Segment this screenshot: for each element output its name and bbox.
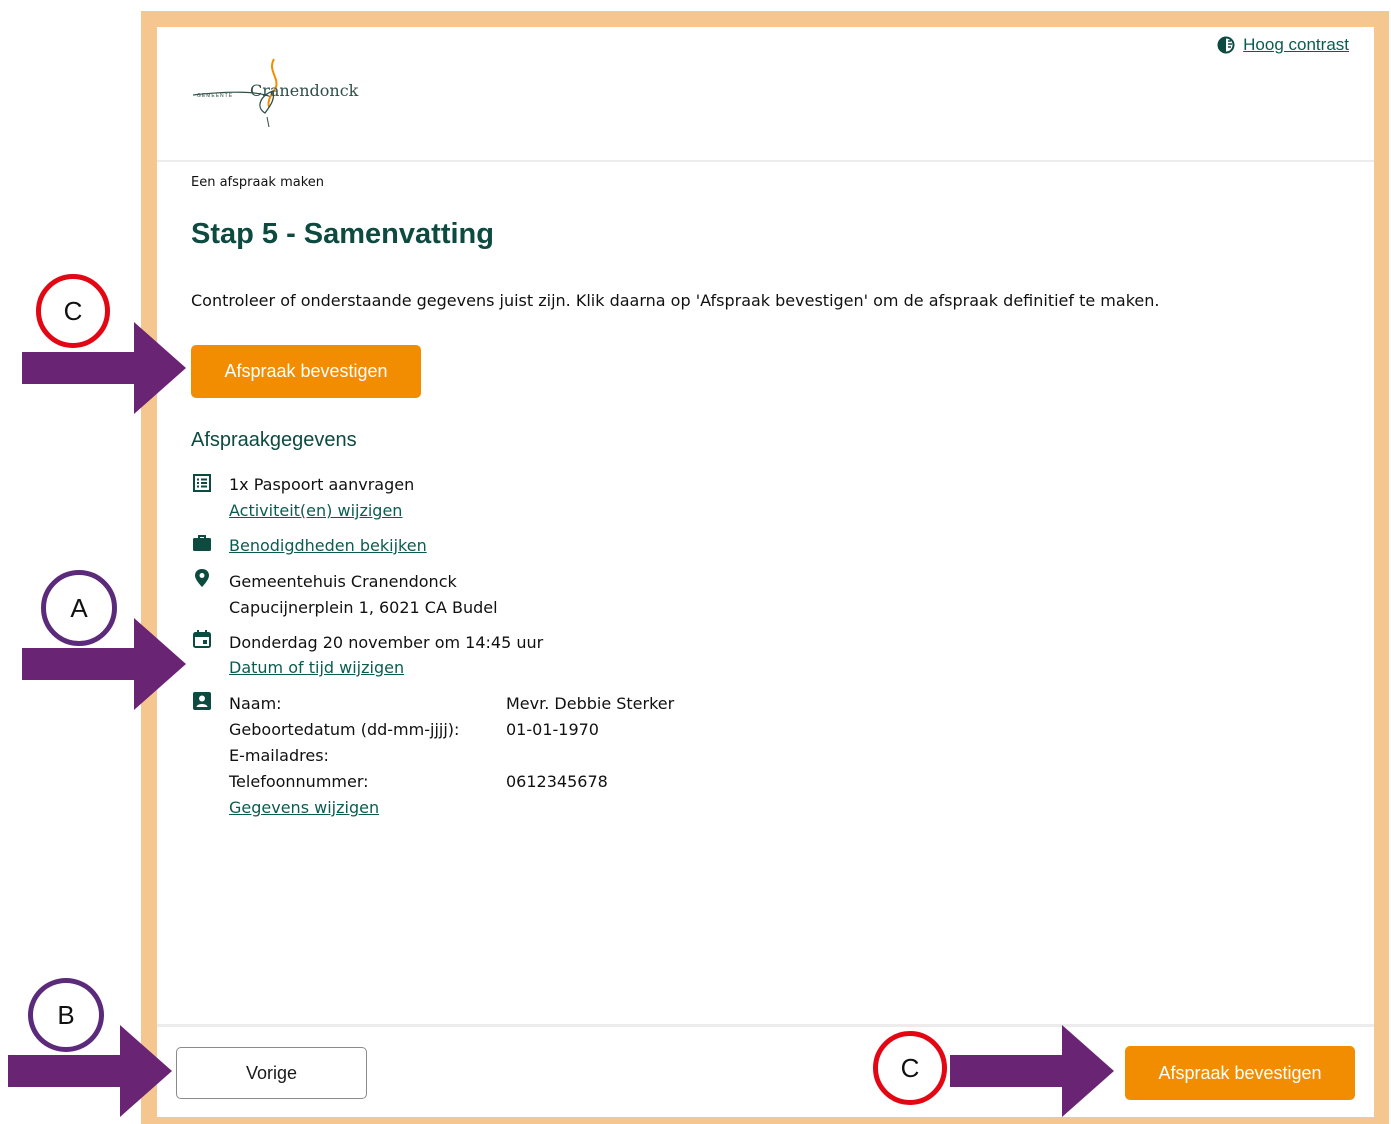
location-pin-icon	[195, 569, 209, 587]
intro-text: Controleer of onderstaande gegevens juis…	[191, 291, 1160, 310]
view-requirements-link[interactable]: Benodigdheden bekijken	[229, 536, 427, 555]
contrast-icon	[1217, 36, 1235, 54]
high-contrast-toggle[interactable]: Hoog contrast	[1217, 35, 1349, 55]
appointment-page: GEMEENTE Cranendonck Hoog contrast Een a…	[157, 27, 1374, 1117]
appointment-datetime: Donderdag 20 november om 14:45 uur	[229, 633, 544, 652]
summary-heading: Afspraakgegevens	[191, 429, 357, 451]
field-label-phone: Telefoonnummer:	[229, 772, 369, 791]
site-header: GEMEENTE Cranendonck Hoog contrast	[157, 27, 1374, 162]
field-label-email: E-mailadres:	[229, 746, 329, 765]
logo-subtext: GEMEENTE	[197, 93, 234, 99]
annotation-marker-c: C	[873, 1031, 947, 1105]
field-value-birthdate: 01-01-1970	[506, 720, 599, 739]
field-label-name: Naam:	[229, 694, 282, 713]
change-details-link[interactable]: Gegevens wijzigen	[229, 798, 379, 817]
field-value-phone: 0612345678	[506, 772, 608, 791]
high-contrast-link[interactable]: Hoog contrast	[1243, 35, 1349, 55]
location-name: Gemeentehuis Cranendonck	[229, 572, 457, 591]
briefcase-icon	[193, 535, 211, 551]
arrow-right-icon	[950, 1025, 1114, 1117]
field-value-name: Mevr. Debbie Sterker	[506, 694, 675, 713]
change-datetime-link[interactable]: Datum of tijd wijzigen	[229, 658, 404, 677]
annotation-marker-a: A	[41, 570, 117, 646]
annotation-marker-c: C	[36, 274, 110, 348]
breadcrumb: Een afspraak maken	[191, 175, 325, 190]
logo-wordmark: Cranendonck	[250, 81, 359, 100]
confirm-appointment-button-bottom[interactable]: Afspraak bevestigen	[1125, 1046, 1355, 1100]
activity-text: 1x Paspoort aanvragen	[229, 475, 415, 494]
change-activity-link[interactable]: Activiteit(en) wijzigen	[229, 501, 402, 520]
page-title: Stap 5 - Samenvatting	[191, 218, 494, 250]
list-icon	[193, 474, 211, 492]
calendar-icon	[193, 630, 211, 648]
previous-button[interactable]: Vorige	[176, 1047, 367, 1099]
field-label-birthdate: Geboortedatum (dd-mm-jjjj):	[229, 720, 460, 739]
annotation-marker-b: B	[28, 978, 104, 1052]
contact-card-icon	[193, 692, 211, 710]
location-address: Capucijnerplein 1, 6021 CA Budel	[229, 598, 498, 617]
footer-bar: Vorige Afspraak bevestigen	[157, 1024, 1374, 1120]
confirm-appointment-button-top[interactable]: Afspraak bevestigen	[191, 345, 421, 398]
